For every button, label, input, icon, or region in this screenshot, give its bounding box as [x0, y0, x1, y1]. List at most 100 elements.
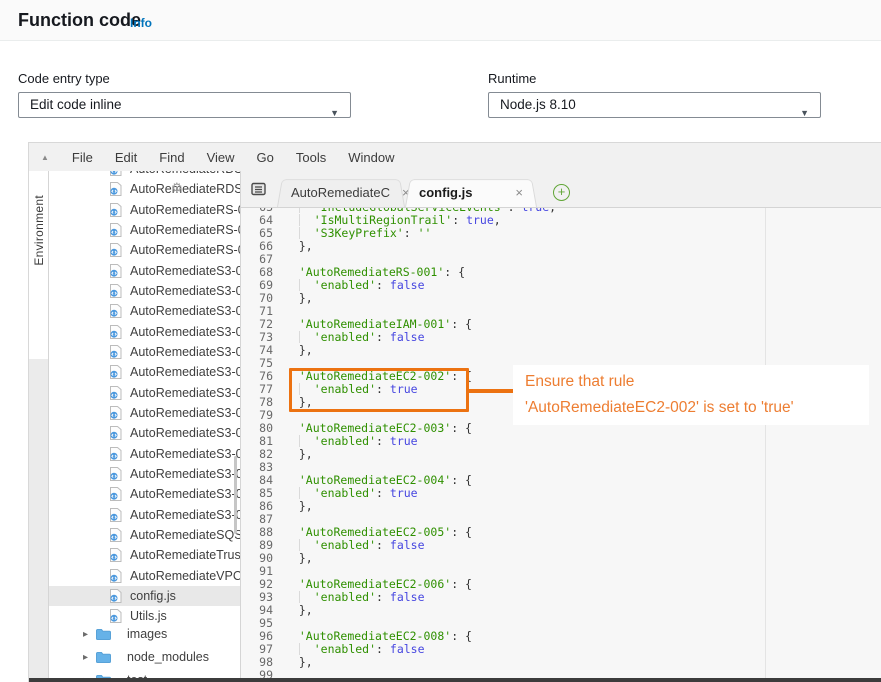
code-line-65[interactable]: 65 'S3KeyPrefix': ''	[241, 227, 881, 240]
tab-label: AutoRemediateC	[291, 185, 390, 200]
tree-item-autoremediates3-00[interactable]: AutoRemediateS3-00	[49, 383, 240, 403]
code-file-icon	[109, 325, 122, 339]
code-line-69[interactable]: 69 'enabled': false	[241, 279, 881, 292]
menu-item-file[interactable]: File	[61, 150, 104, 165]
code-line-99[interactable]: 99	[241, 669, 881, 678]
tree-item-autoremediates3-01[interactable]: AutoRemediateS3-01	[49, 484, 240, 504]
menu-item-view[interactable]: View	[196, 150, 246, 165]
tree-item-label: AutoRemediateRS-01	[130, 223, 240, 237]
code-line-66[interactable]: 66 },	[241, 240, 881, 253]
runtime-value: Node.js 8.10	[500, 97, 576, 112]
code-line-98[interactable]: 98 },	[241, 656, 881, 669]
code-line-82[interactable]: 82 },	[241, 448, 881, 461]
add-tab-icon[interactable]: +	[553, 184, 570, 201]
folder-icon	[96, 651, 111, 663]
tab-autoremediatec[interactable]: AutoRemediateC ×	[277, 177, 405, 207]
annotation-callout: Ensure that rule 'AutoRemediateEC2-002' …	[513, 365, 869, 425]
code-file-icon	[109, 508, 122, 522]
menu-item-window[interactable]: Window	[337, 150, 405, 165]
code-line-text: },	[285, 552, 313, 565]
code-file-icon	[109, 406, 122, 420]
tree-item-label: AutoRemediateRDS-0	[130, 171, 240, 176]
tree-item-autoremediates3-00[interactable]: AutoRemediateS3-00	[49, 403, 240, 423]
tree-item-autoremediaters-02[interactable]: AutoRemediateRS-02	[49, 240, 240, 260]
code-line-90[interactable]: 90 },	[241, 552, 881, 565]
tree-item-label: AutoRemediateS3-00	[130, 304, 240, 318]
tab-config-js[interactable]: config.js ×	[405, 177, 537, 207]
code-line-93[interactable]: 93 'enabled': false	[241, 591, 881, 604]
tree-folder-node-modules[interactable]: ▸node_modules	[49, 647, 240, 667]
code-line-81[interactable]: 81 'enabled': true	[241, 435, 881, 448]
tree-item-autoremediaters-01[interactable]: AutoRemediateRS-01	[49, 220, 240, 240]
gear-icon: ⚙	[171, 180, 183, 196]
code-line-86[interactable]: 86 },	[241, 500, 881, 513]
tree-item-autoremediaterds-0[interactable]: AutoRemediateRDS-0⚙	[49, 179, 240, 199]
code-line-70[interactable]: 70 },	[241, 292, 881, 305]
menu-item-go[interactable]: Go	[246, 150, 285, 165]
tree-item-label: AutoRemediateS3-00	[130, 406, 240, 420]
page-title: Function code	[18, 10, 141, 31]
tree-item-autoremediates3-00[interactable]: AutoRemediateS3-00	[49, 423, 240, 443]
tree-item-autoremediates3-00[interactable]: AutoRemediateS3-00	[49, 301, 240, 321]
tree-item-autoremediaterds-0[interactable]: AutoRemediateRDS-0	[49, 171, 240, 179]
code-file-icon	[109, 467, 122, 481]
tree-item-autoremediatevpc-0[interactable]: AutoRemediateVPC-0	[49, 566, 240, 586]
code-line-97[interactable]: 97 'enabled': false	[241, 643, 881, 656]
tree-item-autoremediatesqs-0[interactable]: AutoRemediateSQS-0	[49, 525, 240, 545]
tree-item-autoremediates3-00[interactable]: AutoRemediateS3-00	[49, 281, 240, 301]
code-file-icon	[109, 447, 122, 461]
tree-item-label: AutoRemediateS3-00	[130, 264, 240, 278]
tree-item-label: AutoRemediateS3-01	[130, 467, 240, 481]
tree-scrollbar[interactable]	[234, 456, 237, 534]
info-link[interactable]: Info	[130, 16, 152, 30]
tree-item-config-js[interactable]: config.js	[49, 586, 240, 606]
line-number: 99	[241, 669, 273, 678]
tree-item-label: AutoRemediateRS-00	[130, 203, 240, 217]
tab-label: config.js	[419, 185, 472, 200]
tree-item-autoremediates3-00[interactable]: AutoRemediateS3-00	[49, 261, 240, 281]
tree-item-label: AutoRemediateRS-02	[130, 243, 240, 257]
tree-item-autoremediates3-01[interactable]: AutoRemediateS3-01	[49, 464, 240, 484]
menu-item-tools[interactable]: Tools	[285, 150, 337, 165]
tree-item-label: AutoRemediateRDS-0	[130, 182, 240, 196]
tree-item-autoremediates3-00[interactable]: AutoRemediateS3-00	[49, 362, 240, 382]
tree-folder-images[interactable]: ▸images	[49, 624, 240, 644]
code-file-icon	[109, 284, 122, 298]
menu-bar: ▲ FileEditFindViewGoToolsWindow	[29, 143, 881, 171]
code-editor-content[interactable]: 63 'IncludeGlobalServiceEvents': true,64…	[241, 208, 881, 678]
code-line-85[interactable]: 85 'enabled': true	[241, 487, 881, 500]
tree-item-autoremediaters-00[interactable]: AutoRemediateRS-00	[49, 200, 240, 220]
editor-bottom-bar	[29, 678, 881, 682]
collapse-panel-icon[interactable]: ▲	[41, 153, 49, 162]
tree-item-label: AutoRemediateSQS-0	[130, 528, 240, 542]
tree-item-autoremediates3-00[interactable]: AutoRemediateS3-00	[49, 342, 240, 362]
tab-list-icon[interactable]	[251, 182, 267, 201]
code-line-94[interactable]: 94 },	[241, 604, 881, 617]
code-file-icon	[109, 203, 122, 217]
tree-item-autoremediates3-01[interactable]: AutoRemediateS3-01	[49, 444, 240, 464]
code-entry-type-select[interactable]: Edit code inline ▼	[18, 92, 351, 118]
chevron-right-icon: ▸	[83, 652, 96, 663]
tree-item-autoremediatetruste[interactable]: AutoRemediateTruste	[49, 545, 240, 565]
code-file-icon	[109, 264, 122, 278]
code-editor: ▲ FileEditFindViewGoToolsWindow Environm…	[28, 142, 881, 682]
runtime-select[interactable]: Node.js 8.10 ▼	[488, 92, 821, 118]
close-icon[interactable]: ×	[515, 186, 523, 199]
runtime-label: Runtime	[488, 71, 536, 86]
tree-item-label: AutoRemediateS3-00	[130, 386, 240, 400]
code-entry-type-label: Code entry type	[18, 71, 110, 86]
function-code-panel: Function code Info Code entry type Runti…	[0, 0, 881, 682]
tree-item-label: Utils.js	[130, 609, 167, 623]
folder-icon	[96, 628, 111, 640]
tree-item-autoremediates3-00[interactable]: AutoRemediateS3-00	[49, 322, 240, 342]
code-file-icon	[109, 171, 122, 176]
code-line-73[interactable]: 73 'enabled': false	[241, 331, 881, 344]
tree-item-autoremediates3-01[interactable]: AutoRemediateS3-01	[49, 505, 240, 525]
annotation-text-line2: 'AutoRemediateEC2-002' is set to 'true'	[525, 395, 857, 421]
menu-item-edit[interactable]: Edit	[104, 150, 148, 165]
tree-folder-test[interactable]: ▸test	[49, 670, 240, 678]
menu-item-find[interactable]: Find	[148, 150, 195, 165]
code-line-89[interactable]: 89 'enabled': false	[241, 539, 881, 552]
code-line-74[interactable]: 74 },	[241, 344, 881, 357]
tree-item-label: AutoRemediateS3-01	[130, 508, 240, 522]
